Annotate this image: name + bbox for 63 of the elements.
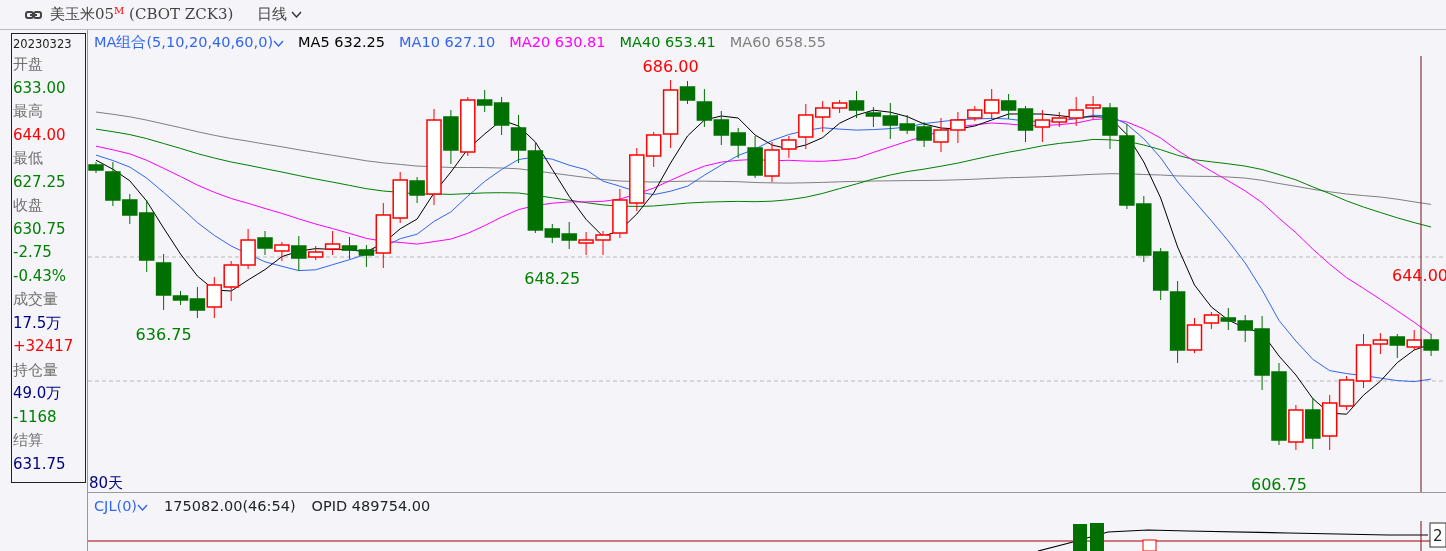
price-label: 644.00 — [1392, 266, 1446, 285]
quote-field: 633.00 — [13, 76, 85, 100]
quote-field: 17.5万 — [13, 311, 85, 335]
candlestick — [578, 231, 594, 256]
candlestick — [1389, 333, 1406, 359]
candlestick — [561, 221, 577, 250]
indicator-reading: 175082.00(46:54) — [164, 497, 296, 517]
candlestick — [223, 260, 239, 302]
price-label: 636.75 — [135, 325, 192, 344]
moving-average-reading: MA5 632.25 — [298, 33, 386, 53]
quote-field: 630.75 — [13, 217, 85, 241]
price-label: 606.75 — [1251, 475, 1307, 492]
candlestick — [1017, 105, 1034, 143]
axis-value: 2 — [1433, 527, 1443, 545]
moving-average-reading: MA40 653.41 — [619, 33, 716, 53]
quote-field: 627.25 — [13, 170, 85, 194]
candlestick — [747, 135, 763, 179]
candlestick — [1423, 333, 1439, 357]
caret-icon — [273, 39, 285, 47]
candlestick — [730, 127, 746, 159]
indicator-dropdown[interactable]: MA组合(5,10,20,40,60,0) — [94, 32, 285, 54]
candlestick — [341, 236, 358, 260]
candlestick — [713, 110, 730, 146]
price-label: 648.25 — [524, 269, 581, 288]
period-dropdown[interactable]: 日线 — [257, 3, 303, 26]
price-label: 686.00 — [642, 57, 699, 76]
quote-field: -1168 — [13, 405, 85, 429]
quote-field: 成交量 — [13, 288, 85, 312]
quote-field: 631.75 — [13, 452, 85, 476]
candlestick — [206, 276, 223, 319]
caret-icon — [137, 503, 149, 511]
volume-bar — [1073, 524, 1087, 551]
quote-field: 结算 — [13, 429, 85, 453]
moving-average-reading: MA10 627.10 — [399, 33, 496, 53]
axis-value-tag — [1429, 522, 1446, 548]
quote-field: 49.0万 — [13, 382, 85, 406]
indicator-dropdown[interactable]: CJL(0) — [94, 496, 149, 518]
candlestick — [916, 121, 932, 148]
moving-average-reading: MA60 658.55 — [729, 33, 826, 53]
indicator-reading: OPID 489754.00 — [311, 497, 431, 517]
candlestick — [1136, 195, 1152, 263]
volume-bar — [1090, 523, 1104, 551]
date-label: 20230323 — [13, 36, 73, 53]
range-label: 80天 — [89, 474, 124, 492]
quote-field: -2.75 — [13, 241, 85, 265]
moving-average-reading: MA20 630.81 — [509, 33, 606, 53]
candlestick — [1220, 307, 1237, 331]
quote-field: 收盘 — [13, 194, 85, 218]
quote-field: -0.43% — [13, 264, 85, 288]
candlestick — [1000, 93, 1017, 120]
quote-field: 最低 — [13, 147, 85, 171]
quote-field: 最高 — [13, 100, 85, 124]
instrument-title: 美玉米05$^{M}$ (CBOT ZCK3) — [50, 4, 234, 26]
quote-field: 644.00 — [13, 123, 85, 147]
quote-field: 开盘 — [13, 53, 85, 77]
quote-field: +32417 — [13, 335, 85, 359]
candlestick — [1406, 329, 1422, 351]
volume-bar — [1142, 539, 1157, 551]
candlestick — [933, 117, 949, 153]
quote-field: 持仓量 — [13, 358, 85, 382]
candlestick — [1305, 397, 1321, 450]
link-icon[interactable] — [25, 10, 42, 19]
caret-icon — [291, 11, 303, 18]
